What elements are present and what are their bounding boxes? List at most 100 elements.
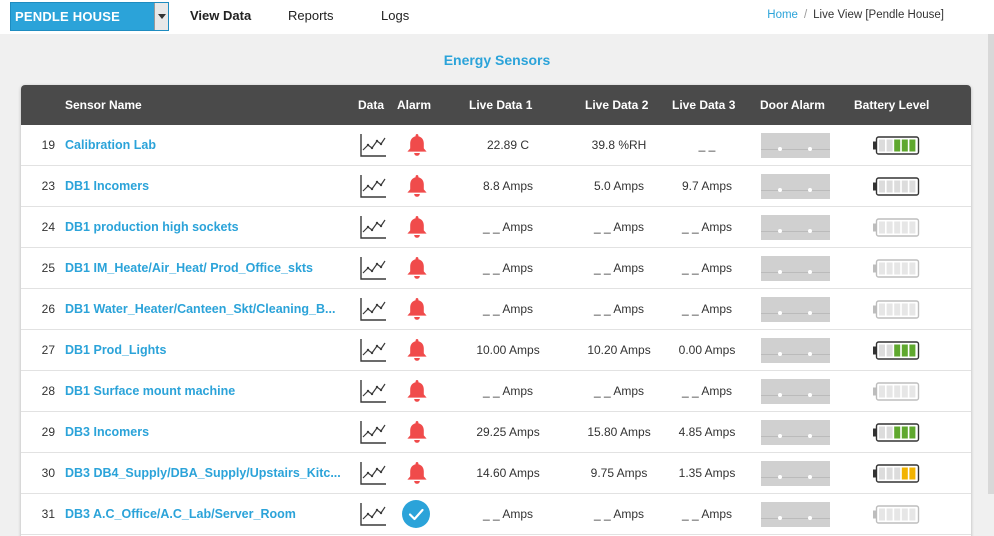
sensor-number: 24: [41, 220, 55, 234]
sensors-table: Sensor Name Data Alarm Live Data 1 Live …: [21, 85, 971, 536]
live-data-1: 8.8 Amps: [482, 179, 534, 193]
bell-icon[interactable]: [405, 173, 429, 199]
breadcrumb-home[interactable]: Home: [767, 9, 798, 21]
door-alarm-indicator: [761, 420, 830, 445]
live-data-1: 22.89 C: [486, 138, 530, 152]
table-row[interactable]: 19 Calibration Lab 22.89 C 39.8 %RH _ _: [21, 125, 971, 166]
table-row[interactable]: 24 DB1 production high sockets _ _ Amps _ _…: [21, 207, 971, 248]
battery-icon: [872, 382, 920, 401]
table-row[interactable]: 25 DB1 IM_Heate/Air_Heat/ Prod_Office_skt…: [21, 248, 971, 289]
live-data-2: 10.20 Amps: [587, 343, 651, 357]
sensor-number: 29: [41, 425, 55, 439]
sensor-name-link[interactable]: DB1 production high sockets: [65, 207, 355, 247]
live-data-1: 10.00 Amps: [476, 343, 540, 357]
bell-icon[interactable]: [405, 378, 429, 404]
line-chart-icon[interactable]: [359, 501, 387, 527]
breadcrumb: Home / Live View [Pendle House]: [767, 9, 944, 21]
chevron-down-icon[interactable]: [154, 3, 168, 30]
bell-icon[interactable]: [405, 296, 429, 322]
live-data-2: 39.8 %RH: [591, 138, 647, 152]
door-alarm-indicator: [761, 502, 830, 527]
table-row[interactable]: 26 DB1 Water_Heater/Canteen_Skt/Cleaning_…: [21, 289, 971, 330]
nav-logs[interactable]: Logs: [381, 8, 409, 23]
live-data-2: _ _ Amps: [593, 261, 645, 275]
table-row[interactable]: 30 DB3 DB4_Supply/DBA_Supply/Upstairs_Kit…: [21, 453, 971, 494]
door-alarm-indicator: [761, 174, 830, 199]
site-selector-value: PENDLE HOUSE: [15, 9, 120, 24]
door-alarm-indicator: [761, 338, 830, 363]
col-data: Data: [358, 98, 385, 112]
live-data-3: 9.7 Amps: [681, 179, 733, 193]
bell-icon[interactable]: [405, 337, 429, 363]
sensor-number: 30: [41, 466, 55, 480]
nav-reports[interactable]: Reports: [288, 8, 334, 23]
live-data-2: _ _ Amps: [593, 220, 645, 234]
table-row[interactable]: 23 DB1 Incomers 8.8 Amps 5.0 Amps 9.7 Amps: [21, 166, 971, 207]
line-chart-icon[interactable]: [359, 132, 387, 158]
door-alarm-indicator: [761, 379, 830, 404]
live-data-1: _ _ Amps: [482, 302, 534, 316]
line-chart-icon[interactable]: [359, 337, 387, 363]
site-selector[interactable]: PENDLE HOUSE: [10, 2, 169, 31]
sensor-name-link[interactable]: DB3 A.C_Office/A.C_Lab/Server_Room: [65, 494, 355, 534]
live-data-3: _ _ Amps: [681, 302, 733, 316]
scrollbar[interactable]: [988, 34, 994, 494]
live-data-2: _ _ Amps: [593, 384, 645, 398]
line-chart-icon[interactable]: [359, 296, 387, 322]
sensor-number: 26: [41, 302, 55, 316]
sensor-name-link[interactable]: DB3 Incomers: [65, 412, 355, 452]
live-data-3: _ _ Amps: [681, 261, 733, 275]
line-chart-icon[interactable]: [359, 378, 387, 404]
battery-icon: [872, 177, 920, 196]
sensor-name-link[interactable]: DB1 Surface mount machine: [65, 371, 355, 411]
battery-icon: [872, 341, 920, 360]
battery-icon: [872, 259, 920, 278]
live-data-1: _ _ Amps: [482, 261, 534, 275]
bell-icon[interactable]: [405, 419, 429, 445]
bell-icon[interactable]: [405, 460, 429, 486]
sensor-number: 19: [41, 138, 55, 152]
bell-icon[interactable]: [405, 214, 429, 240]
live-data-2: _ _ Amps: [593, 302, 645, 316]
sensor-name-link[interactable]: DB1 Water_Heater/Canteen_Skt/Cleaning_B.…: [65, 289, 355, 329]
sensor-number: 28: [41, 384, 55, 398]
sensor-number: 27: [41, 343, 55, 357]
table-row[interactable]: 29 DB3 Incomers 29.25 Amps 15.80 Amps 4.85 A…: [21, 412, 971, 453]
col-door-alarm: Door Alarm: [760, 98, 825, 112]
live-data-1: 14.60 Amps: [476, 466, 540, 480]
bell-icon[interactable]: [405, 255, 429, 281]
door-alarm-indicator: [761, 133, 830, 158]
live-data-2: _ _ Amps: [593, 507, 645, 521]
live-data-2: 5.0 Amps: [593, 179, 645, 193]
line-chart-icon[interactable]: [359, 460, 387, 486]
live-data-1: _ _ Amps: [482, 507, 534, 521]
live-data-2: 9.75 Amps: [590, 466, 648, 480]
sensor-name-link[interactable]: DB1 Incomers: [65, 166, 355, 206]
sensor-number: 25: [41, 261, 55, 275]
sensor-name-link[interactable]: DB3 DB4_Supply/DBA_Supply/Upstairs_Kitc.…: [65, 453, 355, 493]
line-chart-icon[interactable]: [359, 173, 387, 199]
line-chart-icon[interactable]: [359, 214, 387, 240]
table-row[interactable]: 31 DB3 A.C_Office/A.C_Lab/Server_Room _ _ …: [21, 494, 971, 535]
col-sensor-name[interactable]: Sensor Name: [65, 85, 142, 125]
table-row[interactable]: 28 DB1 Surface mount machine _ _ Amps _ _ A…: [21, 371, 971, 412]
bell-icon[interactable]: [405, 132, 429, 158]
door-alarm-indicator: [761, 461, 830, 486]
live-data-3: 1.35 Amps: [678, 466, 736, 480]
sensor-name-link[interactable]: DB1 Prod_Lights: [65, 330, 355, 370]
door-alarm-indicator: [761, 256, 830, 281]
battery-icon: [872, 300, 920, 319]
breadcrumb-current: Live View [Pendle House]: [813, 9, 944, 21]
line-chart-icon[interactable]: [359, 255, 387, 281]
sensor-name-link[interactable]: DB1 IM_Heate/Air_Heat/ Prod_Office_skts: [65, 248, 355, 288]
nav-view-data[interactable]: View Data: [190, 8, 251, 23]
battery-icon: [872, 218, 920, 237]
live-data-3: _ _: [698, 138, 716, 152]
check-circle-icon[interactable]: [402, 500, 430, 528]
line-chart-icon[interactable]: [359, 419, 387, 445]
live-data-3: _ _ Amps: [681, 220, 733, 234]
sensor-number: 23: [41, 179, 55, 193]
sensor-name-link[interactable]: Calibration Lab: [65, 125, 355, 165]
door-alarm-indicator: [761, 297, 830, 322]
table-row[interactable]: 27 DB1 Prod_Lights 10.00 Amps 10.20 Amps 0.0…: [21, 330, 971, 371]
